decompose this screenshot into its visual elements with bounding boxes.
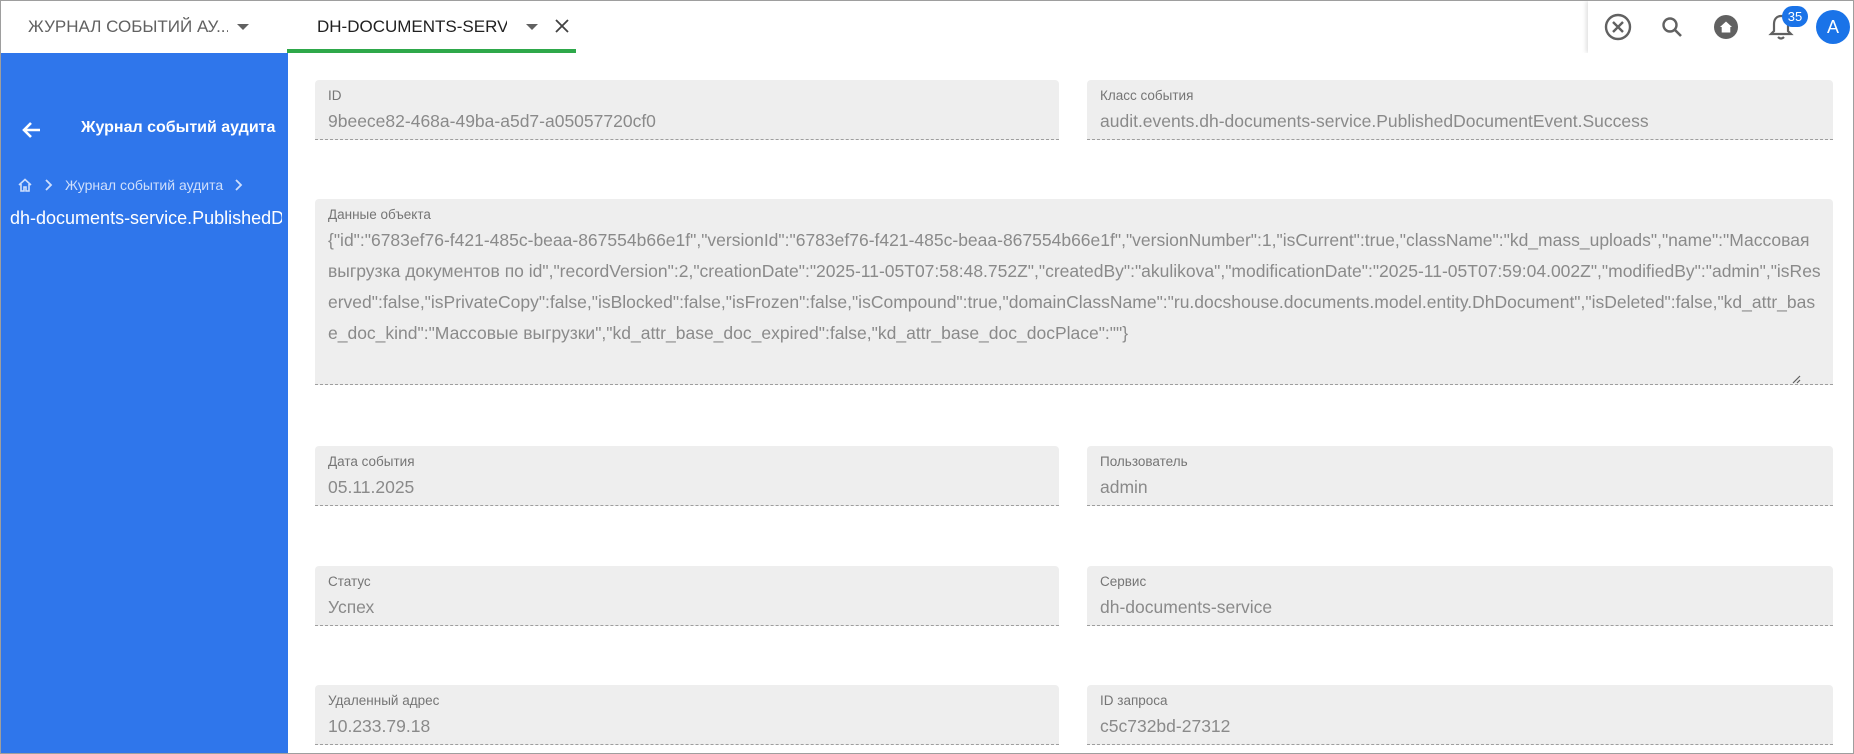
- avatar[interactable]: A: [1816, 10, 1850, 44]
- sidebar-title: Журнал событий аудита: [81, 119, 276, 136]
- chevron-right-icon: [39, 177, 59, 193]
- field-label: Статус: [328, 574, 371, 589]
- id-field[interactable]: ID 9beece82-468a-49ba-a5d7-a05057720cf0: [315, 80, 1059, 140]
- field-value: 05.11.2025: [328, 477, 415, 497]
- resize-handle-icon[interactable]: [1791, 371, 1801, 384]
- field-value: 9beece82-468a-49ba-a5d7-a05057720cf0: [328, 111, 656, 131]
- tab-label: DH-DOCUMENTS-SERVI...: [317, 17, 507, 36]
- app-window: ЖУРНАЛ СОБЫТИЙ АУ... DH-DOCUMENTS-SERVI.…: [0, 0, 1854, 754]
- details-form: ID 9beece82-468a-49ba-a5d7-a05057720cf0 …: [288, 53, 1853, 753]
- field-value: admin: [1100, 477, 1148, 497]
- status-field[interactable]: Статус Успех: [315, 566, 1059, 626]
- breadcrumb-link[interactable]: Журнал событий аудита: [65, 177, 223, 193]
- field-label: Класс события: [1100, 88, 1194, 103]
- field-label: ID: [328, 88, 342, 103]
- home-icon[interactable]: [1707, 8, 1745, 46]
- field-label: ID запроса: [1100, 693, 1168, 708]
- cancel-circle-icon[interactable]: [1599, 8, 1637, 46]
- chevron-right-icon: [229, 177, 249, 193]
- field-value: audit.events.dh-documents-service.Publis…: [1100, 111, 1649, 131]
- field-value: 10.233.79.18: [328, 716, 431, 736]
- remote-address-field[interactable]: Удаленный адрес 10.233.79.18: [315, 685, 1059, 745]
- search-icon[interactable]: [1653, 8, 1691, 46]
- tab-label: ЖУРНАЛ СОБЫТИЙ АУ...: [28, 17, 228, 36]
- field-label: Дата события: [328, 454, 415, 469]
- object-data-textarea[interactable]: Данные объекта {"id":"6783ef76-f421-485c…: [315, 199, 1833, 385]
- field-label: Данные объекта: [328, 207, 431, 222]
- field-value: c5c732bd-27312: [1100, 716, 1231, 736]
- tab-event-details[interactable]: DH-DOCUMENTS-SERVI...: [287, 1, 576, 53]
- event-class-field[interactable]: Класс события audit.events.dh-documents-…: [1087, 80, 1833, 140]
- notification-badge: 35: [1782, 6, 1808, 27]
- tab-audit-log[interactable]: ЖУРНАЛ СОБЫТИЙ АУ...: [1, 1, 287, 53]
- top-bar: ЖУРНАЛ СОБЫТИЙ АУ... DH-DOCUMENTS-SERVI.…: [1, 1, 1853, 53]
- header-actions: 35 A: [1588, 1, 1853, 53]
- chevron-down-icon[interactable]: [526, 24, 538, 30]
- field-label: Удаленный адрес: [328, 693, 440, 708]
- breadcrumb: Журнал событий аудита: [17, 177, 255, 193]
- event-date-field[interactable]: Дата события 05.11.2025: [315, 446, 1059, 506]
- field-value: {"id":"6783ef76-f421-485c-beaa-867554b66…: [328, 230, 1821, 343]
- field-label: Сервис: [1100, 574, 1147, 589]
- user-field[interactable]: Пользователь admin: [1087, 446, 1833, 506]
- service-field[interactable]: Сервис dh-documents-service: [1087, 566, 1833, 626]
- breadcrumb-current: dh-documents-service.PublishedDocumentEv…: [10, 208, 282, 228]
- field-label: Пользователь: [1100, 454, 1188, 469]
- home-icon[interactable]: [17, 177, 33, 193]
- field-value: dh-documents-service: [1100, 597, 1273, 617]
- chevron-down-icon[interactable]: [237, 24, 249, 30]
- sidebar: Журнал событий аудита Журнал событий ауд…: [1, 53, 288, 753]
- request-id-field[interactable]: ID запроса c5c732bd-27312: [1087, 685, 1833, 745]
- arrow-back-icon[interactable]: [15, 113, 49, 147]
- close-icon[interactable]: [549, 13, 575, 39]
- field-value: Успех: [328, 597, 375, 617]
